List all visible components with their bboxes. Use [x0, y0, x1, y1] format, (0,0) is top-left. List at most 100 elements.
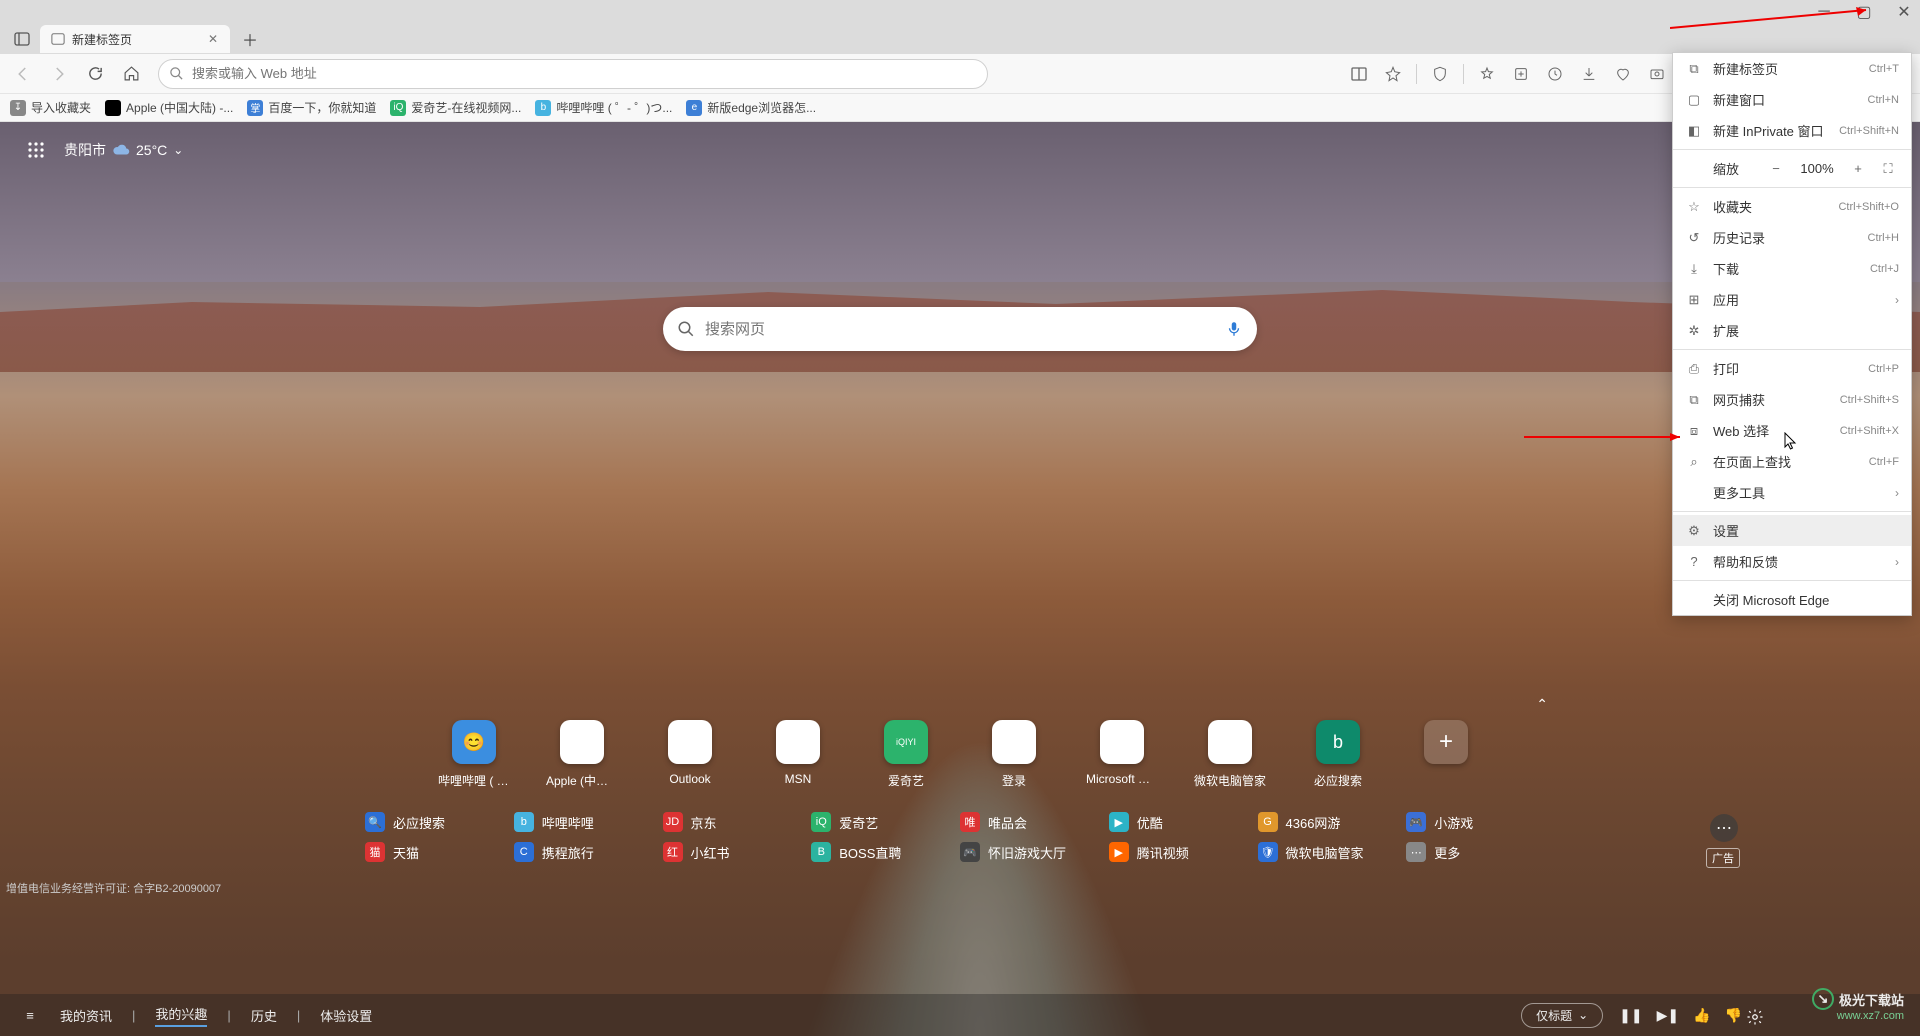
tab-newtab[interactable]: 新建标签页 ✕: [40, 25, 230, 53]
mini-link-item[interactable]: BBOSS直聘: [811, 842, 960, 862]
screenshot-icon[interactable]: [1642, 59, 1672, 89]
quick-link-item[interactable]: iQIYI爱奇艺: [876, 720, 936, 789]
next-icon[interactable]: ▶❚: [1657, 1007, 1680, 1024]
mini-link-item[interactable]: G4366网游: [1258, 812, 1407, 832]
menu-item-close-edge[interactable]: 关闭 Microsoft Edge: [1673, 584, 1911, 615]
layout-selector[interactable]: 仅标题 ⌄: [1521, 1003, 1603, 1028]
menu-item-在页面上查找[interactable]: ⌕ 在页面上查找 Ctrl+F: [1673, 446, 1911, 477]
quick-links: 😊哔哩哔哩 ( ˙... Apple (中国... ✉Outlook ⊞MSN iQIY…: [444, 720, 1476, 789]
window-close-icon[interactable]: ✕: [1896, 4, 1912, 20]
add-quick-link-button[interactable]: +: [1416, 720, 1476, 772]
quick-link-item[interactable]: ✉Outlook: [660, 720, 720, 786]
background-image: [0, 122, 1920, 1036]
quick-link-item[interactable]: ◎登录: [984, 720, 1044, 789]
window-title-bar: ─ ▢ ✕: [0, 0, 1920, 24]
bookmark-item[interactable]: ↧导入收藏夹: [10, 99, 91, 116]
mini-link-item[interactable]: 🎮小游戏: [1406, 812, 1555, 832]
menu-item-新建标签页[interactable]: ⧉ 新建标签页 Ctrl+T: [1673, 53, 1911, 84]
heart-icon[interactable]: [1608, 59, 1638, 89]
quick-link-item[interactable]: 🛍Microsoft Sto...: [1092, 720, 1152, 786]
menu-item-更多工具[interactable]: 更多工具 ›: [1673, 477, 1911, 508]
refresh-button[interactable]: [80, 59, 110, 89]
bookmark-item[interactable]: b哔哩哔哩 ( ゜- ゜)つ...: [535, 99, 672, 116]
quick-link-item[interactable]: 😊哔哩哔哩 ( ˙...: [444, 720, 504, 789]
feed-nav-item[interactable]: 历史: [251, 1006, 277, 1025]
favorites-star-icon[interactable]: [1378, 59, 1408, 89]
mini-link-item[interactable]: b哔哩哔哩: [514, 812, 663, 832]
mini-link-item[interactable]: C携程旅行: [514, 842, 663, 862]
mini-link-item[interactable]: 🔍必应搜索: [365, 812, 514, 832]
menu-item-设置[interactable]: ⚙ 设置: [1673, 515, 1911, 546]
quick-link-item[interactable]: ⊞MSN: [768, 720, 828, 786]
mini-link-item[interactable]: 🛡微软电脑管家: [1258, 842, 1407, 862]
ntp-settings-icon[interactable]: [1746, 1008, 1764, 1026]
address-bar[interactable]: [158, 59, 988, 89]
zoom-in-button[interactable]: +: [1847, 161, 1869, 176]
mini-link-item[interactable]: JD京东: [663, 812, 812, 832]
bookmark-item[interactable]: 掌百度一下，你就知道: [247, 99, 376, 116]
menu-item-帮助和反馈[interactable]: ? 帮助和反馈 ›: [1673, 546, 1911, 577]
shield-icon[interactable]: [1425, 59, 1455, 89]
quick-link-item[interactable]: b必应搜索: [1308, 720, 1368, 789]
home-button[interactable]: [116, 59, 146, 89]
menu-item-新建窗口[interactable]: ▢ 新建窗口 Ctrl+N: [1673, 84, 1911, 115]
feed-menu-icon[interactable]: ≡: [18, 1008, 42, 1023]
tab-close-icon[interactable]: ✕: [204, 32, 222, 46]
collections-icon[interactable]: [1506, 59, 1536, 89]
menu-item-打印[interactable]: ⎙ 打印 Ctrl+P: [1673, 353, 1911, 384]
mini-link-item[interactable]: ⋯更多: [1406, 842, 1555, 862]
quick-link-item[interactable]: ◆微软电脑管家: [1200, 720, 1260, 789]
feed-nav: 我的资讯|我的兴趣|历史|体验设置: [60, 1004, 372, 1027]
mini-link-item[interactable]: ▶腾讯视频: [1109, 842, 1258, 862]
new-tab-button[interactable]: ＋: [236, 25, 264, 53]
mini-link-item[interactable]: 🎮怀旧游戏大厅: [960, 842, 1109, 862]
more-links-button[interactable]: ⋯: [1710, 814, 1738, 842]
like-icon[interactable]: 👍: [1693, 1007, 1710, 1024]
address-input[interactable]: [192, 66, 977, 81]
bookmark-item[interactable]: e新版edge浏览器怎...: [686, 99, 816, 116]
menu-item-网页捕获[interactable]: ⧉ 网页捕获 Ctrl+Shift+S: [1673, 384, 1911, 415]
bookmark-item[interactable]: iQ爱奇艺-在线视频网...: [390, 99, 521, 116]
mini-link-item[interactable]: ▶优酷: [1109, 812, 1258, 832]
collapse-quicklinks-icon[interactable]: ⌃: [1536, 696, 1548, 713]
quick-link-label: Outlook: [669, 772, 710, 786]
split-screen-icon[interactable]: [1344, 59, 1374, 89]
mini-link-item[interactable]: 猫天猫: [365, 842, 514, 862]
feed-nav-item[interactable]: 我的兴趣: [155, 1004, 207, 1027]
menu-item-历史记录[interactable]: ↺ 历史记录 Ctrl+H: [1673, 222, 1911, 253]
back-button[interactable]: [8, 59, 38, 89]
window-maximize-icon[interactable]: ▢: [1856, 4, 1872, 20]
voice-search-icon[interactable]: [1225, 320, 1243, 338]
dislike-icon[interactable]: 👎: [1725, 1007, 1742, 1024]
ntp-search-input[interactable]: [705, 321, 1225, 338]
menu-item-icon: ?: [1685, 554, 1703, 569]
menu-item-下载[interactable]: ⤓ 下载 Ctrl+J: [1673, 253, 1911, 284]
ntp-search-box[interactable]: [663, 307, 1257, 351]
pause-icon[interactable]: ❚❚: [1619, 1007, 1642, 1024]
fullscreen-icon[interactable]: ⛶: [1877, 161, 1899, 177]
mini-link-icon: 🎮: [960, 842, 980, 862]
mini-link-item[interactable]: 唯唯品会: [960, 812, 1109, 832]
menu-item-应用[interactable]: ⊞ 应用 ›: [1673, 284, 1911, 315]
menu-item-扩展[interactable]: ✲ 扩展: [1673, 315, 1911, 346]
menu-item-收藏夹[interactable]: ☆ 收藏夹 Ctrl+Shift+O: [1673, 191, 1911, 222]
history-icon[interactable]: [1540, 59, 1570, 89]
menu-item-新建 InPrivate 窗口[interactable]: ◧ 新建 InPrivate 窗口 Ctrl+Shift+N: [1673, 115, 1911, 146]
weather-widget[interactable]: 贵阳市 25°C ⌄: [64, 140, 183, 160]
quick-link-item[interactable]: Apple (中国...: [552, 720, 612, 789]
apps-grid-icon[interactable]: [22, 136, 50, 164]
favorites-icon[interactable]: [1472, 59, 1502, 89]
mini-link-icon: 唯: [960, 812, 980, 832]
mini-link-item[interactable]: iQ爱奇艺: [811, 812, 960, 832]
forward-button[interactable]: [44, 59, 74, 89]
mini-link-item[interactable]: 红小红书: [663, 842, 812, 862]
menu-item-Web 选择[interactable]: ⧈ Web 选择 Ctrl+Shift+X: [1673, 415, 1911, 446]
feed-nav-item[interactable]: 我的资讯: [60, 1006, 112, 1025]
bookmark-item[interactable]: Apple (中国大陆) -...: [105, 99, 233, 116]
feed-nav-item[interactable]: 体验设置: [320, 1006, 372, 1025]
menu-separator: [1673, 580, 1911, 581]
tab-actions-icon[interactable]: [8, 25, 36, 53]
downloads-icon[interactable]: [1574, 59, 1604, 89]
zoom-out-button[interactable]: −: [1765, 161, 1787, 176]
window-minimize-icon[interactable]: ─: [1816, 4, 1832, 20]
